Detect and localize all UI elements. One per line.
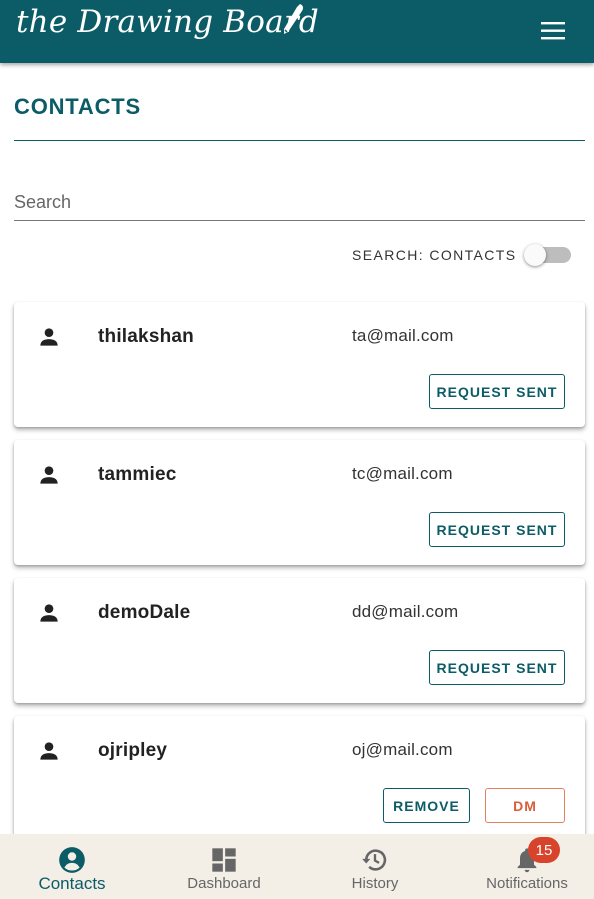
search-field (14, 186, 585, 221)
search-mode-toggle[interactable] (524, 244, 571, 266)
nav-label: History (351, 875, 399, 892)
logo-text: the Drawing Board (16, 4, 319, 40)
search-mode-label: SEARCH: CONTACTS (352, 247, 517, 263)
bottom-navigation: Contacts Dashboard History 15 Notificati… (0, 834, 594, 899)
notification-count-badge: 15 (528, 837, 560, 863)
contact-name: tammiec (98, 464, 177, 485)
nav-label: Notifications (486, 875, 568, 892)
request-sent-button[interactable]: REQUEST SENT (429, 650, 565, 685)
remove-button[interactable]: REMOVE (383, 788, 470, 823)
contact-card: demoDale dd@mail.com REQUEST SENT (14, 578, 585, 703)
contact-card: ojripley oj@mail.com REMOVE DM (14, 716, 585, 841)
menu-button[interactable] (538, 18, 568, 44)
title-divider (14, 140, 585, 141)
app-logo[interactable]: the Drawing Board (16, 4, 319, 40)
nav-item-notifications[interactable]: 15 Notifications (452, 834, 594, 899)
history-icon (362, 849, 387, 871)
contact-card: thilakshan ta@mail.com REQUEST SENT (14, 302, 585, 427)
app-header: the Drawing Board (0, 0, 594, 63)
request-sent-button[interactable]: REQUEST SENT (429, 374, 565, 409)
contact-name: demoDale (98, 602, 191, 623)
search-input[interactable] (14, 186, 585, 218)
page-title: CONTACTS (14, 94, 141, 119)
person-icon (40, 742, 58, 760)
dm-button[interactable]: DM (485, 788, 565, 823)
nav-label: Contacts (38, 874, 106, 893)
contact-name: ojripley (98, 740, 168, 761)
account-circle-icon (59, 847, 85, 873)
contact-email: tc@mail.com (352, 464, 453, 483)
nav-item-dashboard[interactable]: Dashboard (149, 834, 299, 899)
contacts-page: the Drawing Board CONTACTS SEARCH: CONTA… (0, 0, 594, 899)
contact-email: dd@mail.com (352, 602, 459, 621)
pen-icon (284, 4, 304, 34)
person-icon (40, 466, 58, 484)
contact-email: ta@mail.com (352, 326, 454, 345)
dashboard-icon (212, 848, 236, 872)
hamburger-menu-icon (541, 22, 565, 40)
nav-item-contacts[interactable]: Contacts (0, 834, 147, 899)
contact-email: oj@mail.com (352, 740, 453, 759)
toggle-thumb (524, 244, 546, 266)
person-icon (40, 604, 58, 622)
nav-item-history[interactable]: History (300, 834, 450, 899)
nav-label: Dashboard (187, 875, 261, 892)
contact-card: tammiec tc@mail.com REQUEST SENT (14, 440, 585, 565)
request-sent-button[interactable]: REQUEST SENT (429, 512, 565, 547)
person-icon (40, 328, 58, 346)
contact-name: thilakshan (98, 326, 194, 347)
